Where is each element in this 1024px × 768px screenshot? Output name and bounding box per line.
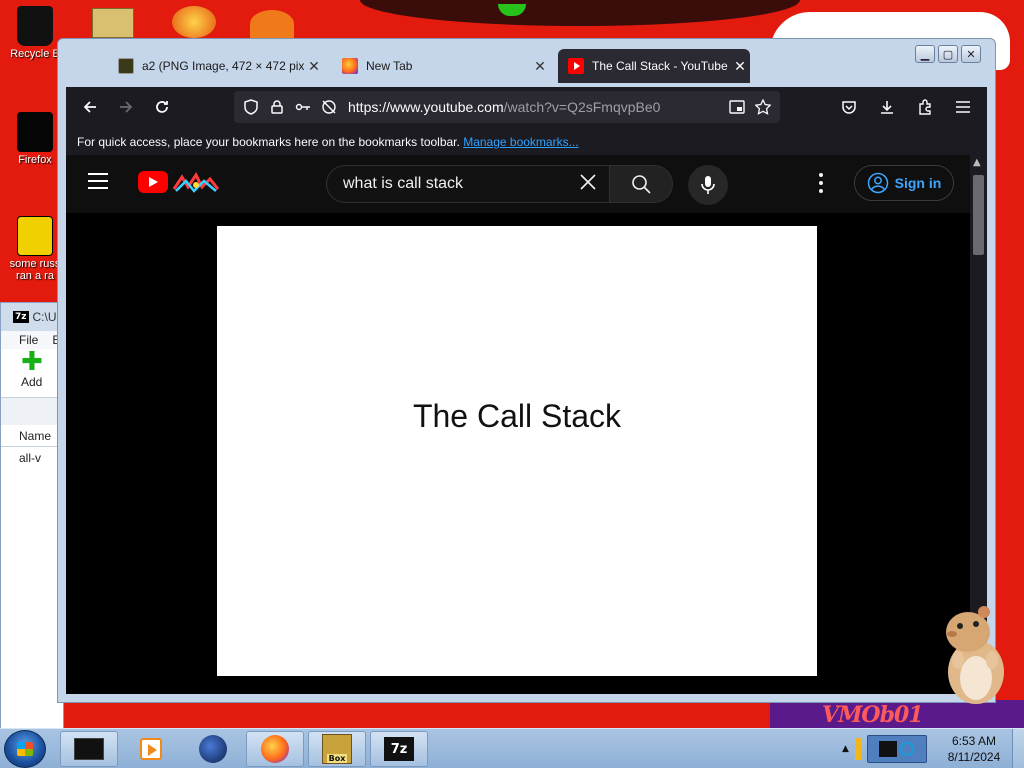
microphone-icon <box>701 176 715 194</box>
column-header-name[interactable]: Name <box>1 425 63 447</box>
taskbar-item-globe[interactable] <box>184 731 242 767</box>
pocket-button[interactable] <box>831 91 867 123</box>
search-icon <box>632 175 651 194</box>
monitor-icon <box>879 741 898 757</box>
youtube-header: what is call stack Sign in <box>66 155 970 213</box>
show-hidden-icons-icon[interactable]: ▲ <box>842 744 849 754</box>
bookmark-star-icon[interactable] <box>750 94 776 120</box>
url-text[interactable]: https://www.youtube.com/watch?v=Q2sFmqvp… <box>348 99 724 115</box>
image-favicon-icon <box>118 58 134 74</box>
system-tray: ▲ <box>842 731 927 767</box>
add-button[interactable]: ✚ Add <box>1 349 63 397</box>
sevenzip-path-toolbar <box>1 397 63 425</box>
list-item[interactable]: all-v <box>1 447 63 465</box>
firefox-favicon-icon <box>342 58 358 74</box>
back-button[interactable] <box>72 91 108 123</box>
desktop-icon-folder[interactable] <box>92 8 134 38</box>
taskbar-item-sandbox[interactable]: Box <box>308 731 366 767</box>
minimize-button[interactable]: ▁ <box>915 45 935 63</box>
taskbar: Box 7z ▲ 6:53 AM 8/11/2024 <box>0 728 1024 768</box>
account-icon <box>867 172 888 194</box>
more-options-icon[interactable] <box>818 173 824 193</box>
taskbar-item-media-player[interactable] <box>122 731 180 767</box>
globe-icon <box>199 735 227 763</box>
taskbar-item-firefox[interactable] <box>246 731 304 767</box>
slide-title: The Call Stack <box>412 397 622 434</box>
firefox-window: a2 (PNG Image, 472 × 472 pixels) ✕ New T… <box>57 38 996 703</box>
tab-png-image[interactable]: a2 (PNG Image, 472 × 472 pixels) ✕ <box>108 49 324 83</box>
desktop-icon-app[interactable] <box>172 6 216 38</box>
page-viewport: what is call stack Sign in The Call Stac… <box>66 155 987 694</box>
scrollbar-thumb[interactable] <box>973 175 984 255</box>
sign-in-button[interactable]: Sign in <box>854 165 954 201</box>
tab-strip: a2 (PNG Image, 472 × 472 pixels) ✕ New T… <box>58 39 995 89</box>
sandbox-icon: Box <box>322 734 352 764</box>
video-player[interactable]: The Call Stack <box>66 213 970 694</box>
app-menu-button[interactable] <box>945 91 981 123</box>
clear-search-icon[interactable] <box>579 173 597 197</box>
file-icon <box>17 216 53 256</box>
tracking-shield-icon[interactable] <box>238 94 264 120</box>
youtube-logo-icon[interactable] <box>138 171 168 193</box>
forward-button[interactable] <box>108 91 144 123</box>
toolbar-right <box>831 91 981 123</box>
extensions-button[interactable] <box>907 91 943 123</box>
puzzle-icon <box>919 99 931 115</box>
recycle-bin-icon <box>17 6 53 46</box>
youtube-favicon-icon <box>568 58 584 74</box>
youtube-doodle-icon[interactable] <box>172 171 220 193</box>
close-tab-icon[interactable]: ✕ <box>530 58 550 75</box>
navigation-toolbar: https://www.youtube.com/watch?v=Q2sFmqvp… <box>66 87 987 127</box>
tray-app-icon[interactable] <box>854 738 861 760</box>
reload-icon <box>156 101 168 113</box>
pocket-icon <box>842 101 856 114</box>
manage-bookmarks-link[interactable]: Manage bookmarks... <box>463 135 578 149</box>
sevenzip-window[interactable]: 7z C:\U File E ✚ Add Name all-v <box>0 302 64 730</box>
tab-youtube[interactable]: The Call Stack - YouTube ✕ <box>558 49 750 83</box>
network-icon <box>900 742 915 756</box>
show-desktop-button[interactable] <box>1012 729 1024 768</box>
guide-menu-icon[interactable] <box>88 173 108 189</box>
sevenzip-icon: 7z <box>13 311 29 323</box>
menu-file[interactable]: File <box>19 333 38 347</box>
voice-search-button[interactable] <box>688 165 728 205</box>
autoplay-blocked-icon[interactable] <box>316 94 342 120</box>
permissions-icon[interactable] <box>290 94 316 120</box>
hamster-mascot-icon <box>946 606 1004 704</box>
downloads-button[interactable] <box>869 91 905 123</box>
search-input[interactable]: what is call stack <box>326 165 609 203</box>
close-tab-icon[interactable]: ✕ <box>304 58 324 75</box>
terminal-icon <box>74 738 104 760</box>
arrow-right-icon <box>120 101 133 113</box>
window-controls: ▁ ▢ ✕ <box>915 45 981 63</box>
plus-icon: ✚ <box>21 347 43 377</box>
picture-in-picture-icon[interactable] <box>724 94 750 120</box>
address-bar[interactable]: https://www.youtube.com/watch?v=Q2sFmqvp… <box>234 91 780 123</box>
maximize-button[interactable]: ▢ <box>938 45 958 63</box>
scroll-up-arrow-icon[interactable]: ▲ <box>973 157 981 168</box>
hamburger-icon <box>956 101 970 113</box>
reload-button[interactable] <box>144 91 180 123</box>
close-window-button[interactable]: ✕ <box>961 45 981 63</box>
close-tab-icon[interactable]: ✕ <box>730 58 750 75</box>
sevenzip-icon: 7z <box>384 737 414 761</box>
desktop-icon-app[interactable] <box>250 10 294 38</box>
video-frame: The Call Stack <box>217 226 817 676</box>
firefox-icon <box>261 735 289 763</box>
arrow-left-icon <box>83 101 96 113</box>
tab-new-tab[interactable]: New Tab ✕ <box>332 49 550 83</box>
lock-icon[interactable] <box>264 94 290 120</box>
start-button[interactable] <box>4 730 46 768</box>
firefox-icon <box>17 112 53 152</box>
taskbar-clock[interactable]: 6:53 AM 8/11/2024 <box>938 733 1010 765</box>
tray-network-widget[interactable] <box>866 735 927 763</box>
taskbar-item-terminal[interactable] <box>60 731 118 767</box>
download-icon <box>881 101 893 114</box>
media-player-icon <box>140 738 162 760</box>
bookmarks-toolbar: For quick access, place your bookmarks h… <box>66 127 987 155</box>
search-button[interactable] <box>609 165 673 203</box>
taskbar-item-7zip[interactable]: 7z <box>370 731 428 767</box>
sevenzip-titlebar[interactable]: 7z C:\U <box>1 303 63 331</box>
